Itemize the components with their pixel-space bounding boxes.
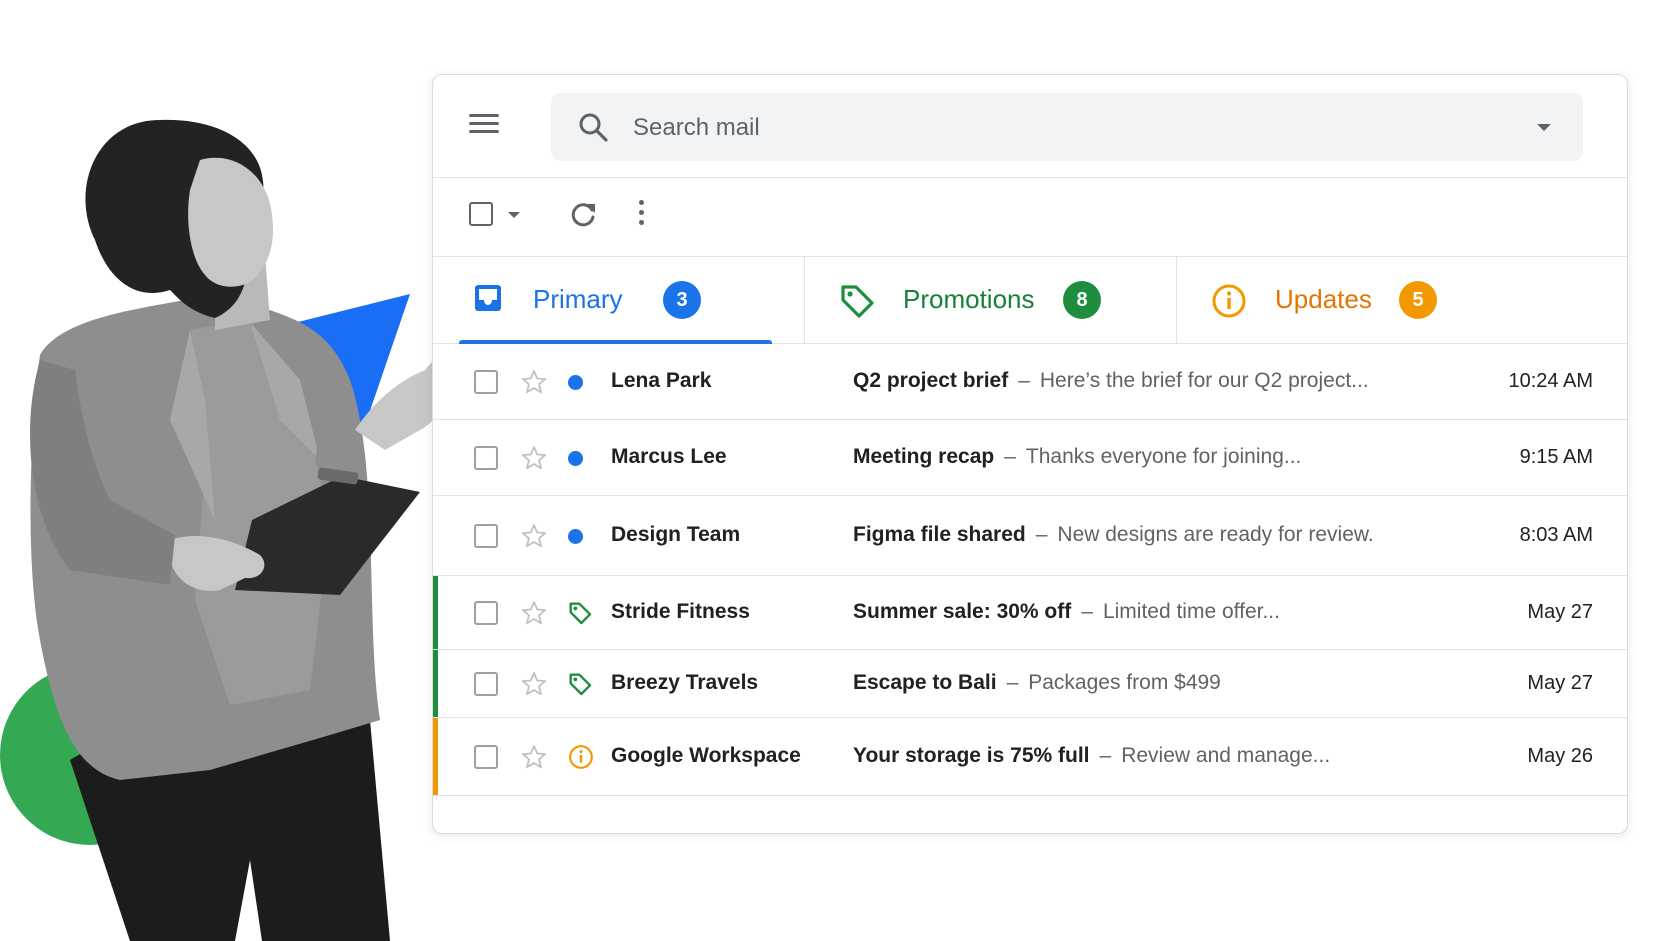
email-row[interactable]: Stride Fitness Summer sale: 30% off – Limit… — [433, 576, 1627, 650]
email-subject-line: Figma file shared – New designs are ready … — [853, 523, 1374, 547]
email-time: May 27 — [1527, 672, 1593, 694]
header — [433, 75, 1627, 178]
star-icon[interactable] — [521, 445, 547, 471]
email-subject-line: Q2 project brief – Here’s the brief for ou… — [853, 369, 1369, 393]
subject-separator: – — [1035, 523, 1048, 546]
unread-dot-icon — [568, 528, 583, 544]
email-time: 9:15 AM — [1519, 446, 1593, 468]
email-row[interactable]: Lena Park Q2 project brief – Here’s the bri… — [433, 344, 1627, 420]
refresh-icon[interactable] — [568, 200, 598, 230]
email-checkbox[interactable] — [474, 370, 498, 394]
info-icon — [1212, 284, 1246, 318]
category-color-bar — [433, 650, 438, 717]
search-bar — [551, 93, 1583, 161]
email-subject-line: Escape to Bali – Packages from $499 — [853, 671, 1221, 695]
email-snippet: Packages from $499 — [1028, 671, 1221, 694]
tag-icon — [569, 602, 592, 625]
inbox-icon — [475, 285, 501, 311]
email-sender: Breezy Travels — [611, 671, 759, 694]
email-snippet: Here’s the brief for our Q2 project... — [1039, 369, 1369, 392]
email-row[interactable]: Breezy Travels Escape to Bali – Packages fr… — [433, 650, 1627, 718]
more-options-icon[interactable] — [639, 200, 649, 230]
email-snippet: Limited time offer... — [1102, 600, 1280, 623]
category-tabs: Primary 3 Promotions 8 Updates 5 — [433, 257, 1627, 344]
person-illustration — [0, 119, 460, 941]
email-sender: Stride Fitness — [611, 600, 750, 623]
select-all-checkbox[interactable] — [469, 202, 493, 226]
category-color-bar — [433, 576, 438, 649]
email-sender: Marcus Lee — [611, 445, 727, 468]
email-subject-line: Meeting recap – Thanks everyone for joinin… — [853, 445, 1301, 469]
email-snippet: Review and manage... — [1121, 744, 1331, 767]
email-checkbox[interactable] — [474, 446, 498, 470]
email-time: May 27 — [1527, 601, 1593, 623]
subject-separator: – — [1018, 369, 1030, 392]
email-snippet: Thanks everyone for joining... — [1025, 445, 1302, 468]
email-sender: Lena Park — [611, 369, 712, 392]
subject-separator: – — [1099, 744, 1112, 767]
tab-updates[interactable]: Updates 5 — [1177, 257, 1627, 343]
email-row[interactable]: Design Team Figma file shared – New designs… — [433, 496, 1627, 576]
menu-icon-line — [469, 114, 499, 117]
subject-separator: – — [1006, 671, 1019, 694]
category-color-bar — [433, 420, 438, 495]
email-row[interactable]: Google Workspace Your storage is 75% full… — [433, 718, 1627, 796]
email-checkbox[interactable] — [474, 524, 498, 548]
select-options-chevron-down-icon[interactable] — [508, 212, 520, 218]
category-color-bar — [433, 344, 438, 419]
email-sender: Google Workspace — [611, 744, 801, 767]
email-snippet: New designs are ready for review. — [1057, 523, 1374, 546]
star-icon[interactable] — [521, 523, 547, 549]
email-list: Lena Park Q2 project brief – Here’s the bri… — [433, 344, 1627, 796]
email-subject: Escape to Bali — [853, 671, 997, 694]
tag-icon — [569, 673, 592, 696]
subject-separator: – — [1004, 445, 1016, 468]
email-checkbox[interactable] — [474, 601, 498, 625]
tab-promotions-label: Promotions — [903, 284, 1035, 314]
main-menu-button[interactable] — [467, 109, 501, 143]
star-icon[interactable] — [521, 600, 547, 626]
email-checkbox[interactable] — [474, 745, 498, 769]
person-figure — [30, 119, 460, 941]
email-subject: Q2 project brief — [853, 369, 1009, 392]
scene: Primary 3 Promotions 8 Updates 5 — [0, 0, 1672, 941]
star-icon[interactable] — [521, 671, 547, 697]
email-subject: Your storage is 75% full — [853, 744, 1090, 767]
search-input[interactable] — [631, 107, 1515, 149]
tab-primary-label: Primary — [533, 284, 623, 314]
tab-updates-label: Updates — [1275, 284, 1372, 314]
email-subject-line: Summer sale: 30% off – Limited time offer.… — [853, 600, 1280, 624]
toolbar — [433, 178, 1627, 257]
email-subject-line: Your storage is 75% full – Review and mana… — [853, 744, 1330, 768]
email-subject: Meeting recap — [853, 445, 995, 468]
tab-promotions[interactable]: Promotions 8 — [805, 257, 1177, 343]
email-time: 8:03 AM — [1519, 524, 1593, 546]
category-color-bar — [433, 718, 438, 795]
star-icon[interactable] — [521, 744, 547, 770]
menu-icon-line — [469, 130, 499, 133]
email-time: May 26 — [1527, 745, 1593, 767]
tab-promotions-count-badge: 8 — [1063, 281, 1101, 319]
search-icon[interactable] — [577, 111, 609, 143]
email-subject: Figma file shared — [853, 523, 1026, 546]
subject-separator: – — [1081, 600, 1093, 623]
email-checkbox[interactable] — [474, 672, 498, 696]
tag-icon — [841, 285, 874, 318]
unread-dot-icon — [568, 374, 583, 390]
info-icon — [569, 745, 593, 769]
menu-icon-line — [469, 122, 499, 125]
tab-updates-count-badge: 5 — [1399, 281, 1437, 319]
mail-window: Primary 3 Promotions 8 Updates 5 — [432, 74, 1628, 834]
email-row[interactable]: Marcus Lee Meeting recap – Thanks everyone … — [433, 420, 1627, 496]
tab-primary-count-badge: 3 — [663, 281, 701, 319]
tab-primary[interactable]: Primary 3 — [433, 257, 805, 344]
star-icon[interactable] — [521, 369, 547, 395]
search-options-chevron-down-icon[interactable] — [1537, 124, 1551, 131]
email-time: 10:24 AM — [1508, 370, 1593, 392]
category-color-bar — [433, 496, 438, 575]
email-subject: Summer sale: 30% off — [853, 600, 1072, 623]
unread-dot-icon — [568, 450, 583, 466]
email-sender: Design Team — [611, 523, 741, 546]
